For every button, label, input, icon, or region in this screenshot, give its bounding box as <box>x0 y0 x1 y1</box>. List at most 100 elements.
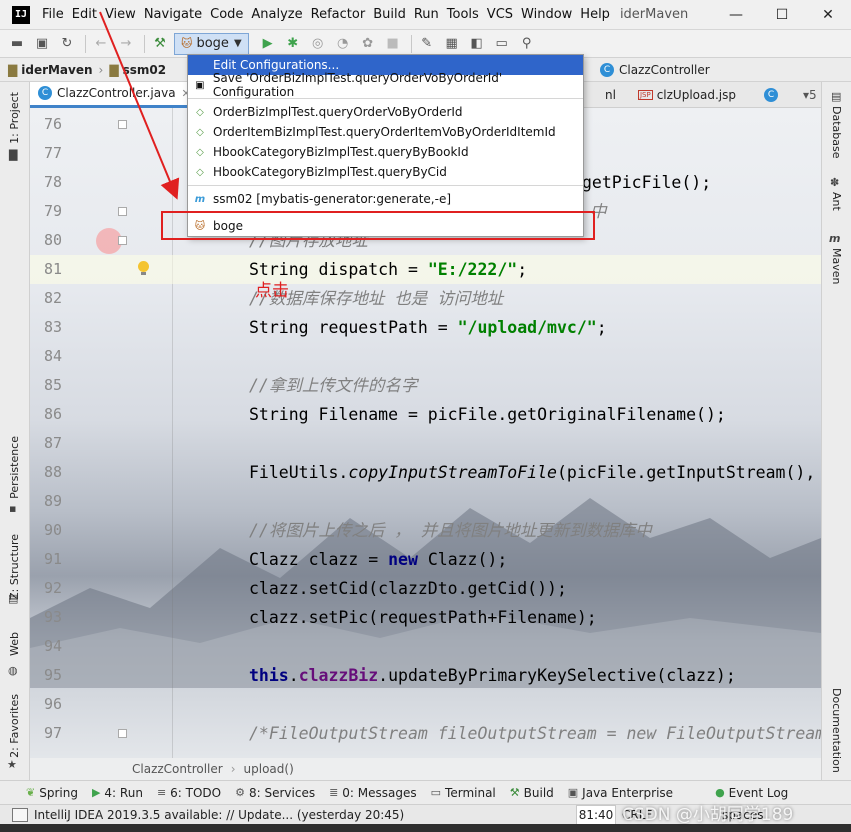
breadcrumb-class[interactable]: C ClazzController <box>600 58 710 82</box>
code-line: 90 //将图片上传之后 ， 并且将图片地址更新到数据库中 <box>30 516 821 545</box>
line-number: 92 <box>43 579 62 597</box>
caret-position[interactable]: 81:40 <box>576 805 616 825</box>
line-number: 94 <box>43 637 62 655</box>
junit-test-icon: ◇ <box>196 106 204 118</box>
run-tool-button[interactable]: ▶ 4: Run <box>92 786 143 800</box>
terminal-tool-button[interactable]: ▭ Terminal <box>431 786 496 800</box>
documentation-tool-tab[interactable]: Documentation <box>830 688 843 773</box>
test-config-item[interactable]: ◇ OrderBizImplTest.queryOrderVoByOrderId <box>188 102 583 122</box>
project-tool-tab[interactable]: 1: Project <box>8 92 21 144</box>
code-text: String Filename = picFile.getOriginalFil… <box>249 405 726 424</box>
menu-analyze[interactable]: Analyze <box>247 1 306 29</box>
back-icon[interactable]: ← <box>90 33 112 55</box>
database-tool-tab[interactable]: Database <box>830 106 843 159</box>
profile-icon[interactable]: ◔ <box>332 33 354 55</box>
code-comment: //拿到上传文件的名字 <box>249 376 418 395</box>
menu-separator <box>188 185 583 186</box>
menu-code[interactable]: Code <box>206 1 247 29</box>
debug-icon[interactable]: ✱ <box>282 33 304 55</box>
run-icon[interactable]: ▶ <box>257 33 279 55</box>
maximize-button[interactable]: ☐ <box>759 0 805 30</box>
web-tool-tab[interactable]: Web <box>8 632 21 656</box>
close-window-button[interactable]: ✕ <box>805 0 851 30</box>
fold-marker-icon[interactable] <box>118 120 127 129</box>
open-folder-icon[interactable]: ▬ <box>6 33 28 55</box>
tool-windows-toggle-icon[interactable] <box>12 807 28 822</box>
fold-marker-icon[interactable] <box>118 207 127 216</box>
save-all-icon[interactable]: ▣ <box>31 33 53 55</box>
menu-vcs[interactable]: VCS <box>483 1 517 29</box>
favorites-tool-tab[interactable]: 2: Favorites <box>8 694 21 758</box>
boge-config-item[interactable]: 🐱 boge <box>188 216 583 236</box>
breadcrumb-module[interactable]: ▇ ssm02 <box>109 63 166 77</box>
tab-clzupload-jsp[interactable]: clzUpload.jsp <box>657 88 736 102</box>
structure-tool-tab[interactable]: Z: Structure <box>8 534 21 600</box>
menu-tools[interactable]: Tools <box>443 1 483 29</box>
code-comment: 中 <box>590 202 607 221</box>
attach-icon[interactable]: ✿ <box>357 33 379 55</box>
project-structure-icon[interactable]: ▦ <box>441 33 463 55</box>
test-config-item[interactable]: ◇ HbookCategoryBizImplTest.queryByBookId <box>188 142 583 162</box>
menu-view[interactable]: View <box>101 1 140 29</box>
search-icon[interactable]: ⚲ <box>516 33 538 55</box>
breadcrumb-method[interactable]: upload() <box>244 762 294 776</box>
menu-window[interactable]: Window <box>517 1 576 29</box>
settings-wrench-icon[interactable]: ✎ <box>416 33 438 55</box>
web-globe-icon: ◍ <box>8 664 18 677</box>
terminal-icon[interactable]: ▭ <box>491 33 513 55</box>
taskbar-strip <box>0 824 851 832</box>
line-number: 85 <box>43 376 62 394</box>
run-configuration-selector[interactable]: 🐱 boge ▼ <box>174 32 249 55</box>
sync-icon[interactable]: ↻ <box>56 33 78 55</box>
menu-refactor[interactable]: Refactor <box>307 1 370 29</box>
line-number: 78 <box>43 173 62 191</box>
code-line: 92 clazz.setCid(clazzDto.getCid()); <box>30 574 821 603</box>
test-config-item[interactable]: ◇ HbookCategoryBizImplTest.queryByCid <box>188 162 583 182</box>
code-text: Clazz clazz = new Clazz(); <box>249 550 508 569</box>
menu-build[interactable]: Build <box>369 1 410 29</box>
save-configuration-item[interactable]: ▣ Save 'OrderBizImplTest.queryOrderVoByO… <box>188 71 583 99</box>
menu-separator <box>188 212 583 213</box>
stop-icon[interactable]: ■ <box>382 33 404 55</box>
services-tool-button[interactable]: ⚙ 8: Services <box>235 786 315 800</box>
tab-partial-label[interactable]: nl <box>605 88 616 102</box>
menu-run[interactable]: Run <box>410 1 443 29</box>
forward-icon[interactable]: → <box>115 33 137 55</box>
menu-edit[interactable]: Edit <box>68 1 101 29</box>
toolbar-separator <box>85 34 86 53</box>
build-hammer-icon: ⚒ <box>509 786 520 799</box>
menu-navigate[interactable]: Navigate <box>140 1 206 29</box>
minimize-button[interactable]: — <box>713 0 759 30</box>
build-tool-button[interactable]: ⚒ Build <box>510 786 554 800</box>
breadcrumb-label: ssm02 <box>122 62 167 77</box>
maven-tool-tab[interactable]: Maven <box>830 248 843 284</box>
build-hammer-icon[interactable]: ⚒ <box>149 33 171 55</box>
menu-item-label: ssm02 [mybatis-generator:generate,-e] <box>213 192 452 206</box>
breadcrumb-project[interactable]: ▇ iderMaven <box>8 63 93 77</box>
todo-tool-button[interactable]: ≡ 6: TODO <box>157 786 221 800</box>
status-message[interactable]: IntelliJ IDEA 2019.3.5 available: // Upd… <box>34 808 404 822</box>
run-configuration-label: boge <box>196 36 229 51</box>
code-line: 82 //数据库保存地址 也是 访问地址 <box>30 284 821 313</box>
messages-tool-button[interactable]: ≣ 0: Messages <box>329 786 417 800</box>
coverage-icon[interactable]: ◎ <box>307 33 329 55</box>
tab-clazzcontroller[interactable]: C ClazzController.java ✕ <box>30 81 199 108</box>
intention-bulb-icon[interactable] <box>138 261 149 275</box>
maven-config-item[interactable]: m ssm02 [mybatis-generator:generate,-e] <box>188 189 583 209</box>
spring-tool-button[interactable]: ❦ Spring <box>26 786 78 800</box>
java-enterprise-tool-button[interactable]: ▣ Java Enterprise <box>568 786 673 800</box>
breadcrumb-class[interactable]: ClazzController <box>132 762 223 776</box>
tabs-overflow-button[interactable]: ▾5 <box>803 88 817 102</box>
sdk-icon[interactable]: ◧ <box>466 33 488 55</box>
test-config-item[interactable]: ◇ OrderItemBizImplTest.queryOrderItemVoB… <box>188 122 583 142</box>
menu-help[interactable]: Help <box>576 1 614 29</box>
fold-marker-icon[interactable] <box>118 729 127 738</box>
code-line: 84 <box>30 342 821 371</box>
menu-file[interactable]: File <box>38 1 68 29</box>
event-log-tool-button[interactable]: ● Event Log <box>715 786 788 800</box>
ant-tool-tab[interactable]: Ant <box>830 192 843 211</box>
fold-marker-icon[interactable] <box>118 236 127 245</box>
database-icon: ▤ <box>831 90 842 103</box>
messages-icon: ≣ <box>329 786 339 799</box>
persistence-tool-tab[interactable]: Persistence <box>8 436 21 499</box>
